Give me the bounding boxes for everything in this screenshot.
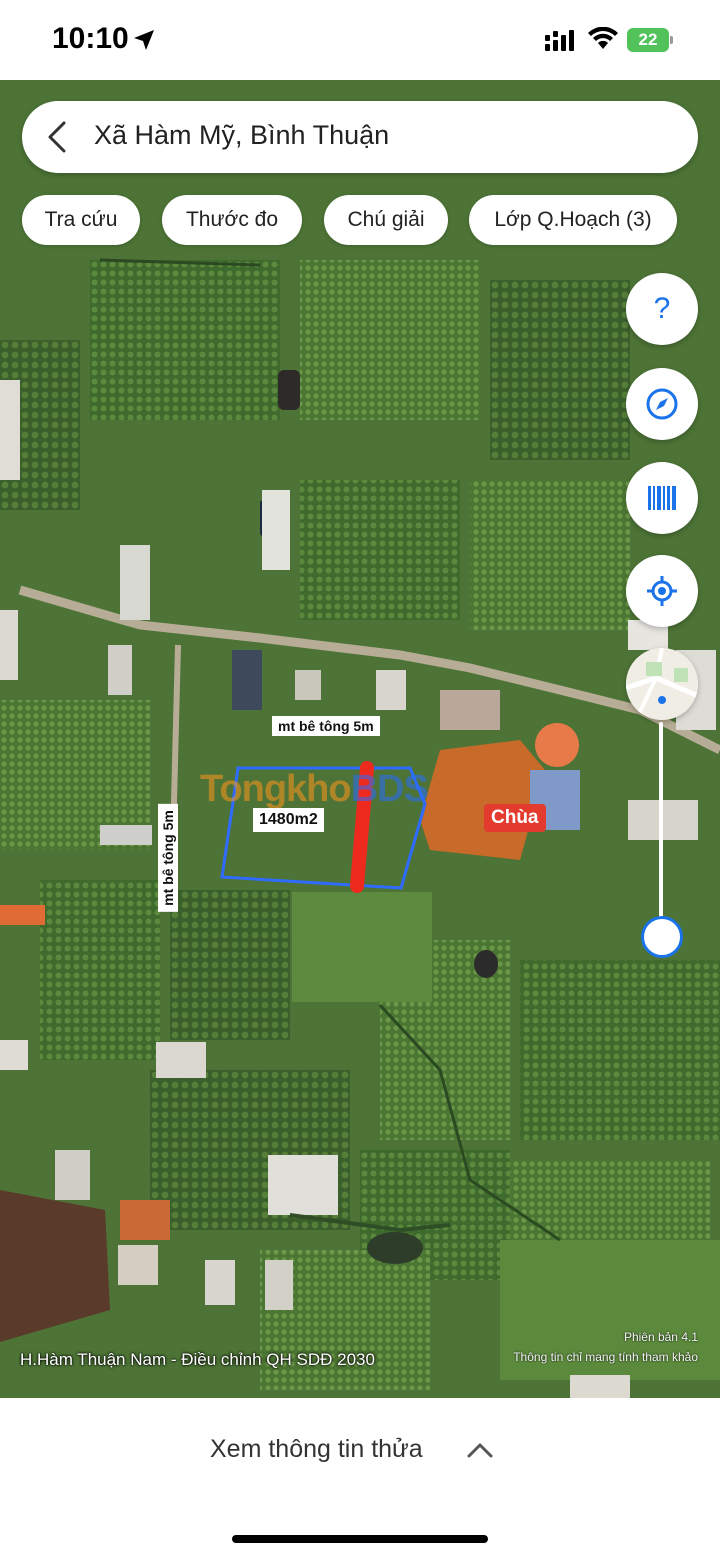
- bottom-sheet[interactable]: [0, 1398, 720, 1557]
- home-indicator: [232, 1535, 488, 1543]
- lookup-chip[interactable]: Tra cứu: [22, 195, 140, 245]
- locate-button[interactable]: [626, 555, 698, 627]
- road-label-side: mt bê tông 5m: [158, 804, 178, 912]
- measure-chip[interactable]: Thước đo: [162, 195, 302, 245]
- road-label-top: mt bê tông 5m: [272, 716, 380, 736]
- watermark: TongkhoBDS: [200, 768, 429, 810]
- disclaimer-text: Thông tin chỉ mang tính tham khảo: [513, 1350, 698, 1364]
- version-text: Phiên bản 4.1: [623, 1330, 698, 1344]
- map-caption: H.Hàm Thuận Nam - Điều chỉnh QH SDĐ 2030: [20, 1350, 375, 1369]
- temple-label: Chùa: [484, 804, 546, 832]
- help-button[interactable]: ?: [626, 273, 698, 345]
- battery-icon: 22: [627, 28, 673, 52]
- location-title[interactable]: Xã Hàm Mỹ, Bình Thuận: [94, 120, 389, 151]
- status-bar: 10:10 22: [0, 0, 720, 80]
- satellite-imagery: [0, 80, 720, 1398]
- barcode-icon: [648, 486, 676, 510]
- compass-button[interactable]: [626, 368, 698, 440]
- map-layer-icon: [626, 648, 698, 720]
- locate-icon: [647, 576, 677, 606]
- app-screen: 10:10 22 mt bê tông 5m mt bê tông 5m Ton…: [0, 0, 720, 1557]
- zoom-slider-knob[interactable]: [641, 916, 683, 958]
- zoom-slider-track[interactable]: [659, 722, 663, 934]
- help-icon: ?: [653, 292, 671, 325]
- view-parcel-info-button[interactable]: Xem thông tin thửa: [210, 1435, 423, 1464]
- back-arrow-icon[interactable]: [44, 119, 72, 155]
- location-arrow-icon: [134, 30, 154, 50]
- planning-layer-chip[interactable]: Lớp Q.Hoạch (3): [469, 195, 677, 245]
- map-layer-button[interactable]: [626, 648, 698, 720]
- legend-chip[interactable]: Chú giải: [324, 195, 448, 245]
- parcel-area-label: 1480m2: [253, 808, 324, 832]
- status-time: 10:10: [52, 22, 129, 55]
- satellite-map[interactable]: mt bê tông 5m mt bê tông 5m: [0, 80, 720, 1398]
- cellular-signal-icon: [545, 30, 574, 51]
- compass-icon: [646, 388, 678, 420]
- wifi-icon: [588, 27, 618, 49]
- scan-button[interactable]: [626, 462, 698, 534]
- chevron-up-icon[interactable]: [466, 1440, 494, 1460]
- battery-level: 22: [638, 30, 658, 49]
